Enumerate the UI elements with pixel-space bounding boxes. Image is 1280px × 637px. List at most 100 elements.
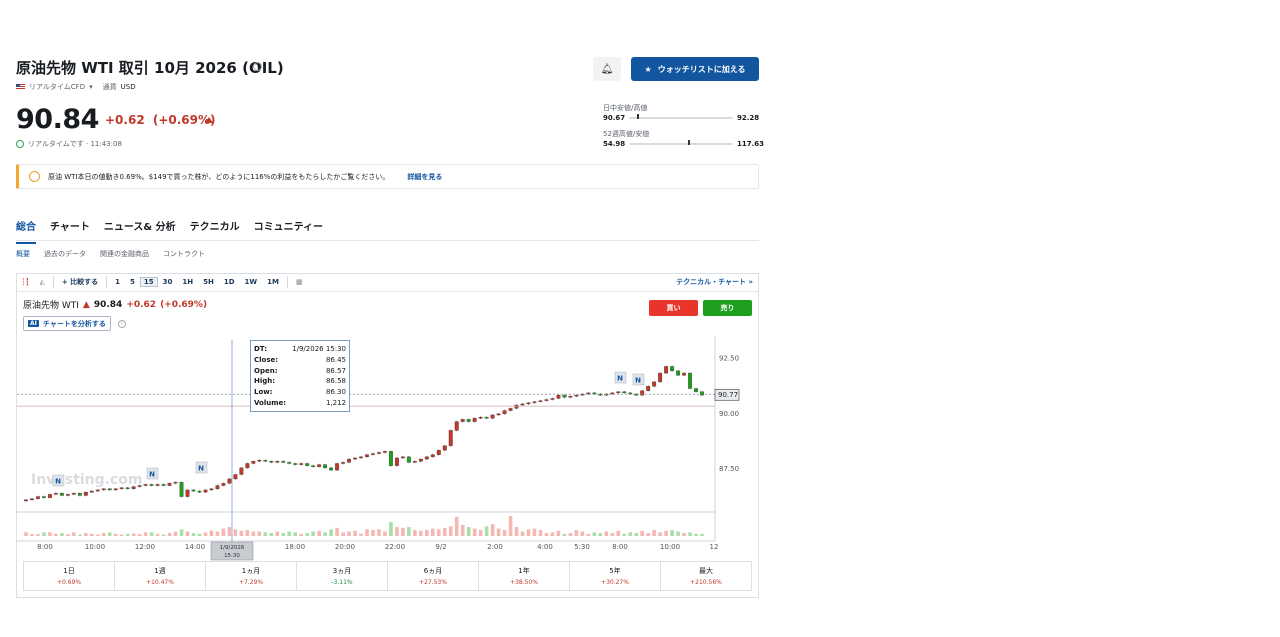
interval-15[interactable]: 15 [139, 277, 158, 287]
day-range-label: 日中安値/高値 [603, 104, 648, 112]
candle [36, 496, 40, 499]
tooltip-row: Close: 86.45 [254, 355, 346, 364]
perf-1d[interactable]: 1日 +0.69% [24, 562, 115, 590]
volume-bar [107, 532, 112, 536]
news-marker-label: N [55, 478, 61, 486]
candle [149, 484, 154, 486]
volume-bar [149, 532, 154, 536]
candle [646, 386, 651, 391]
volume-bar [257, 531, 262, 536]
area-chart-icon[interactable]: ◭ [34, 278, 49, 286]
volume-bar [299, 533, 303, 536]
volume-bar [263, 532, 268, 536]
perf-1y[interactable]: 1年 +38.50% [479, 562, 570, 590]
volume-bar [227, 527, 232, 536]
volume-bar [622, 533, 627, 536]
volume-bar [442, 527, 447, 536]
instrument-meta: リアルタイムCFD ▾ 通貨 USD [16, 82, 136, 92]
volume-bar [568, 533, 573, 536]
volume-bar [119, 534, 124, 536]
info-icon[interactable]: i [253, 62, 262, 71]
calendar-icon[interactable]: ▦ [291, 278, 308, 286]
volume-bar [538, 530, 543, 536]
crosshair-date-label: 1/9/2026 [220, 545, 245, 551]
interval-5h[interactable]: 5H [198, 278, 219, 286]
up-arrow-icon [205, 117, 213, 123]
info-icon[interactable]: i [118, 320, 126, 328]
week52-range-bar [629, 143, 733, 145]
interval-1h[interactable]: 1H [177, 278, 198, 286]
volume-bar [700, 533, 704, 536]
perf-max[interactable]: 最大 +210.56% [661, 562, 751, 590]
volume-bar [359, 533, 363, 536]
volume-bar [694, 533, 698, 536]
toolbar-divider [52, 276, 54, 288]
candle [161, 484, 166, 486]
volume-bar [407, 527, 411, 536]
interval-5[interactable]: 5 [125, 278, 140, 286]
currency-value: USD [120, 83, 136, 91]
x-tick-label: 9/2 [435, 543, 446, 551]
volume-bar [78, 534, 82, 536]
price-chart[interactable]: 92.50 90.00 87.50 Investing.com 90.77 1/9/202… [17, 336, 741, 561]
candle [526, 402, 531, 405]
perf-5y[interactable]: 5年 +30.27% [570, 562, 661, 590]
day-range-high: 92.28 [737, 114, 760, 122]
subtab-summary[interactable]: 概要 [16, 249, 30, 259]
candle [616, 391, 621, 394]
interval-1m[interactable]: 1M [262, 278, 284, 286]
volume-bar [209, 530, 214, 536]
candle [257, 460, 262, 462]
volume-bar [652, 530, 656, 536]
subtab-contracts[interactable]: コントラクト [163, 249, 205, 259]
compare-button[interactable]: + 比較する [57, 277, 103, 287]
volume-bar [233, 529, 238, 536]
volume-bar [305, 533, 309, 536]
candle [454, 421, 459, 431]
candlestick-icon[interactable]: ┆┇ [16, 278, 34, 286]
volume-bar [640, 530, 644, 536]
buy-button[interactable]: 買い [649, 300, 698, 316]
candle [371, 453, 375, 455]
candle [484, 417, 489, 419]
volume-bar [54, 533, 58, 536]
candle [574, 394, 579, 397]
crosshair-date-label: 15:30 [224, 553, 240, 559]
subtab-history[interactable]: 過去のデータ [44, 249, 86, 259]
instrument-type[interactable]: リアルタイムCFD [29, 82, 85, 92]
candle [215, 485, 220, 489]
perf-3m[interactable]: 3ヵ月 -3.11% [297, 562, 388, 590]
volume-bar [688, 532, 692, 536]
interval-1w[interactable]: 1W [240, 278, 263, 286]
x-tick-label: 4:00 [537, 543, 553, 551]
add-to-watchlist-button[interactable]: ★ ウォッチリストに加える [631, 57, 759, 81]
change-value: +0.62 [105, 113, 145, 127]
sell-button[interactable]: 売り [703, 300, 752, 316]
create-alert-button[interactable]: 🔔︎ [593, 57, 621, 81]
chart-legend: 原油先物 WTI ▲ 90.84 +0.62 (+0.69%) [23, 298, 207, 312]
banner-link[interactable]: 詳細を見る [407, 172, 442, 182]
volume-bar [514, 527, 519, 536]
interval-1[interactable]: 1 [110, 278, 125, 286]
volume-bar [532, 528, 537, 536]
volume-bar [592, 532, 597, 536]
interval-30[interactable]: 30 [158, 278, 178, 286]
interval-1d[interactable]: 1D [219, 278, 240, 286]
analyze-chart-button[interactable]: AI チャートを分析する [23, 316, 111, 331]
perf-1w[interactable]: 1週 +10.47% [115, 562, 206, 590]
candle [382, 451, 387, 453]
subtab-related[interactable]: 関連の金融商品 [100, 249, 149, 259]
perf-1m[interactable]: 1ヵ月 +7.29% [206, 562, 297, 590]
chevron-down-icon[interactable]: ▾ [89, 83, 93, 91]
technical-chart-link[interactable]: テクニカル・チャート » [676, 277, 753, 287]
candle [293, 463, 298, 465]
volume-bar [125, 533, 130, 536]
volume-bar [616, 530, 621, 536]
candle [53, 493, 58, 495]
candle [664, 366, 669, 374]
week52-range-marker [688, 140, 691, 145]
perf-6m[interactable]: 6ヵ月 +27.53% [388, 562, 479, 590]
candle [65, 494, 70, 496]
volume-bar [335, 527, 339, 536]
volume-bar [275, 531, 280, 536]
